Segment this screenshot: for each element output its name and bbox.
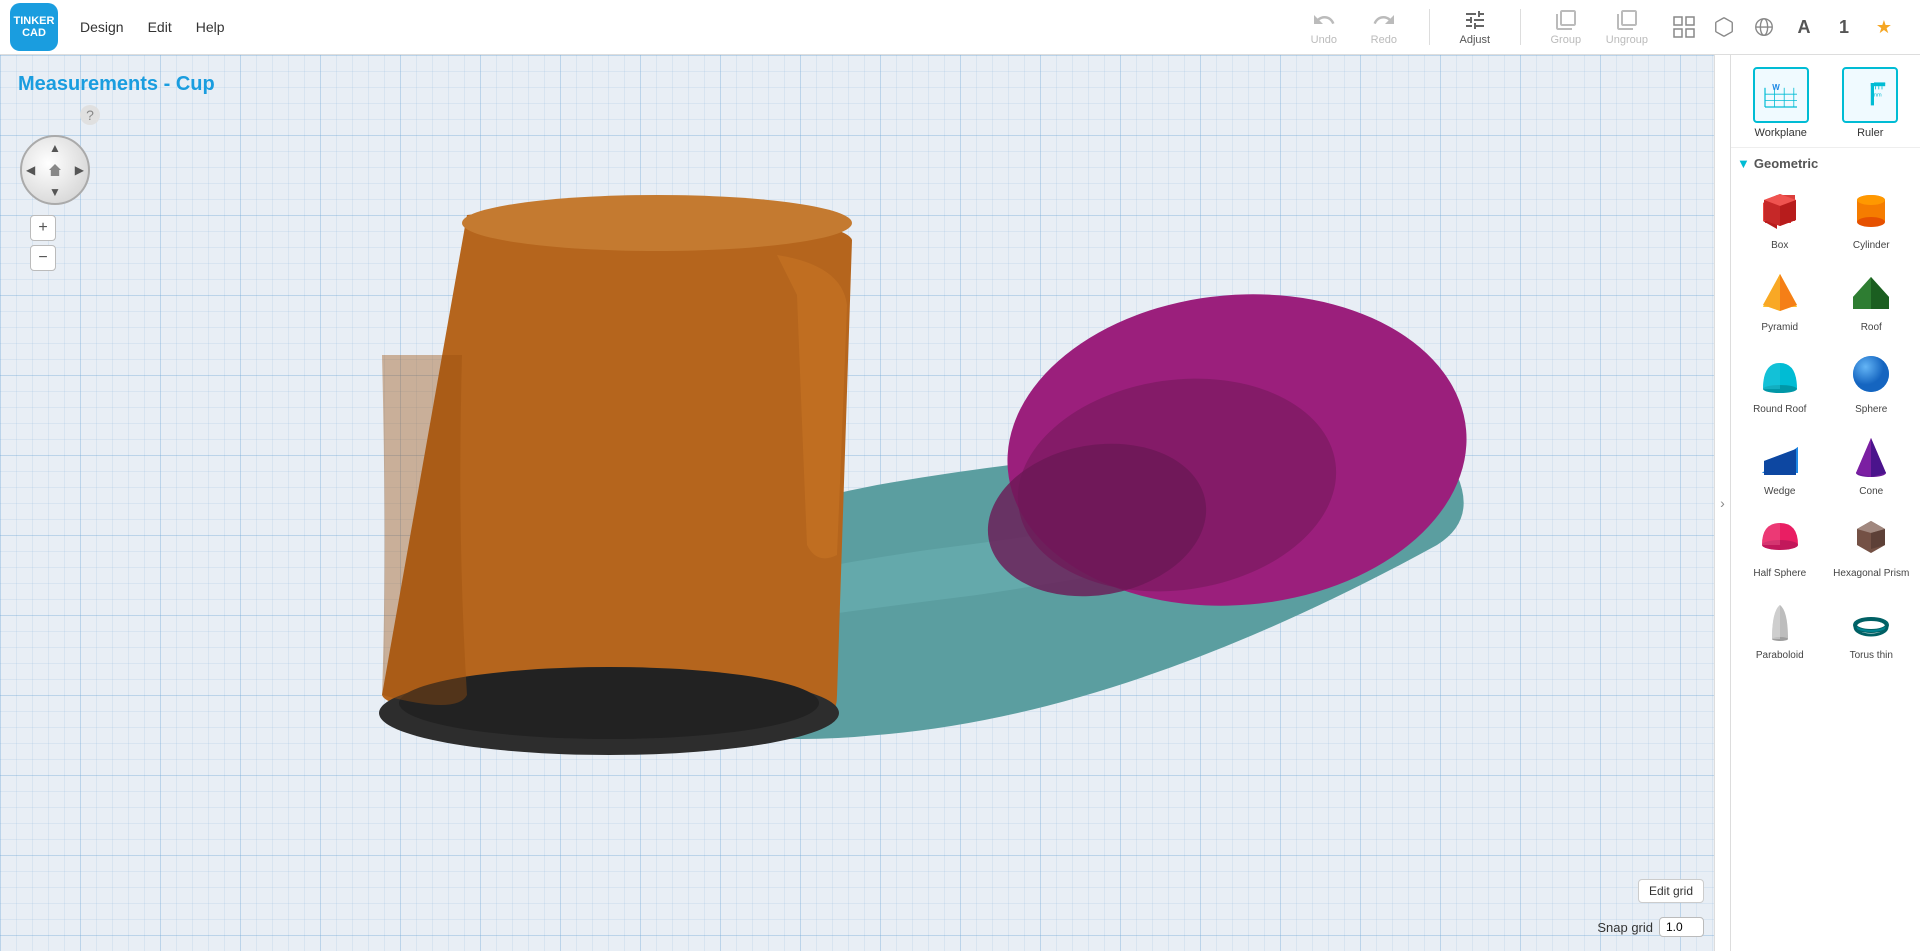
adjust-icon (1463, 8, 1487, 32)
group-label: Group (1551, 34, 1582, 46)
menu-help[interactable]: Help (184, 13, 237, 41)
shape-roof-label: Roof (1861, 322, 1882, 333)
geometric-label: Geometric (1754, 156, 1818, 171)
ungroup-button[interactable]: Ungroup (1606, 8, 1648, 46)
shape-box[interactable]: Box (1737, 179, 1823, 255)
redo-label: Redo (1371, 34, 1397, 46)
shape-sphere[interactable]: Sphere (1829, 343, 1915, 419)
shape-hexagonal-prism-label: Hexagonal Prism (1833, 568, 1909, 579)
a-icon: A (1798, 17, 1811, 38)
menu-design[interactable]: Design (68, 13, 136, 41)
cube-icon (1713, 16, 1735, 38)
redo-button[interactable]: Redo (1364, 8, 1404, 46)
nav-up-arrow[interactable]: ▲ (49, 141, 61, 155)
toolbar-sep-1 (1429, 9, 1430, 45)
help-icon[interactable]: ? (80, 105, 100, 125)
3d-view-button[interactable] (1708, 11, 1740, 43)
number-icon: 1 (1839, 17, 1849, 38)
shape-sphere-label: Sphere (1855, 404, 1887, 415)
panel-tools: W Workplane (1731, 55, 1920, 148)
snap-grid-row: Snap grid 1.0 0.5 2.0 5.0 (1597, 917, 1704, 937)
app-logo[interactable]: TINKERCAD (10, 3, 58, 51)
snap-grid-label: Snap grid (1597, 920, 1653, 935)
main-content: Measurements - Cup ? ▲ ▼ ◀ ▶ + − Edit gr… (0, 55, 1920, 951)
shape-hexagonal-prism[interactable]: Hexagonal Prism (1829, 507, 1915, 583)
workplane-label: Workplane (1755, 127, 1807, 139)
shape-paraboloid[interactable]: Paraboloid (1737, 589, 1823, 665)
group-icon (1554, 8, 1578, 32)
shape-wedge[interactable]: Wedge (1737, 425, 1823, 501)
shapes-grid: Box Cylinder (1737, 179, 1914, 665)
3d-scene (0, 55, 1714, 951)
nav-home-icon (49, 164, 61, 176)
geometric-triangle-icon: ▼ (1737, 156, 1750, 171)
topbar: TINKERCAD Design Edit Help Undo Redo Adj… (0, 0, 1920, 55)
undo-label: Undo (1311, 34, 1337, 46)
toolbar-sep-2 (1520, 9, 1521, 45)
undo-icon (1312, 8, 1336, 32)
ungroup-icon (1615, 8, 1639, 32)
logo-text: TINKERCAD (14, 15, 55, 39)
ruler-icon: mm (1842, 67, 1898, 123)
snap-grid-select[interactable]: 1.0 0.5 2.0 5.0 (1659, 917, 1704, 937)
shape-paraboloid-label: Paraboloid (1756, 650, 1804, 661)
menu-edit[interactable]: Edit (136, 13, 184, 41)
shape-half-sphere[interactable]: Half Sphere (1737, 507, 1823, 583)
star-button[interactable]: ★ (1868, 11, 1900, 43)
geometric-section: ▼ Geometric (1731, 148, 1920, 673)
shape-cone[interactable]: Cone (1829, 425, 1915, 501)
nav-left-arrow[interactable]: ◀ (26, 163, 35, 177)
grid-icon (1673, 16, 1695, 38)
workplane-tool[interactable]: W Workplane (1739, 67, 1823, 139)
ungroup-label: Ungroup (1606, 34, 1648, 46)
shape-pyramid[interactable]: Pyramid (1737, 261, 1823, 337)
adjust-label: Adjust (1460, 34, 1491, 46)
wireframe-button[interactable] (1748, 11, 1780, 43)
edit-grid-button[interactable]: Edit grid (1638, 879, 1704, 903)
right-icons: A 1 ★ (1668, 11, 1900, 43)
grid-view-button[interactable] (1668, 11, 1700, 43)
shape-roof[interactable]: Roof (1829, 261, 1915, 337)
shape-box-label: Box (1771, 240, 1788, 251)
redo-icon (1372, 8, 1396, 32)
nav-down-arrow[interactable]: ▼ (49, 185, 61, 199)
shape-torus-thin-label: Torus thin (1850, 650, 1893, 661)
nav-cube[interactable]: ▲ ▼ ◀ ▶ (20, 135, 90, 205)
right-panel: W Workplane (1730, 55, 1920, 951)
wireframe-icon (1753, 16, 1775, 38)
toolbar-actions: Undo Redo Adjust Group (1304, 8, 1648, 46)
group-button[interactable]: Group (1546, 8, 1586, 46)
workplane-svg: W (1761, 77, 1801, 113)
shape-wedge-label: Wedge (1764, 486, 1796, 497)
zoom-controls: + − (30, 215, 56, 271)
zoom-in-button[interactable]: + (30, 215, 56, 241)
panel-collapse-arrow[interactable]: › (1714, 55, 1730, 951)
geometric-section-title[interactable]: ▼ Geometric (1737, 156, 1914, 171)
zoom-out-button[interactable]: − (30, 245, 56, 271)
text-button[interactable]: A (1788, 11, 1820, 43)
ruler-tool[interactable]: mm Ruler (1829, 67, 1913, 139)
ruler-label: Ruler (1857, 127, 1883, 139)
svg-text:mm: mm (1873, 93, 1883, 99)
shape-cylinder[interactable]: Cylinder (1829, 179, 1915, 255)
shape-round-roof-label: Round Roof (1753, 404, 1806, 415)
shape-torus-thin[interactable]: Torus thin (1829, 589, 1915, 665)
shape-round-roof[interactable]: Round Roof (1737, 343, 1823, 419)
shape-cone-label: Cone (1859, 486, 1883, 497)
svg-text:W: W (1772, 83, 1780, 92)
shape-half-sphere-label: Half Sphere (1753, 568, 1806, 579)
canvas-area[interactable]: Measurements - Cup ? ▲ ▼ ◀ ▶ + − Edit gr… (0, 55, 1714, 951)
measurements-title: Measurements - Cup (18, 73, 215, 96)
nav-right-arrow[interactable]: ▶ (75, 163, 84, 177)
ruler-svg: mm (1850, 77, 1890, 113)
workplane-icon: W (1753, 67, 1809, 123)
adjust-button[interactable]: Adjust (1455, 8, 1495, 46)
star-icon: ★ (1876, 17, 1892, 38)
number-button[interactable]: 1 (1828, 11, 1860, 43)
shape-cylinder-label: Cylinder (1853, 240, 1890, 251)
undo-button[interactable]: Undo (1304, 8, 1344, 46)
shape-pyramid-label: Pyramid (1761, 322, 1798, 333)
